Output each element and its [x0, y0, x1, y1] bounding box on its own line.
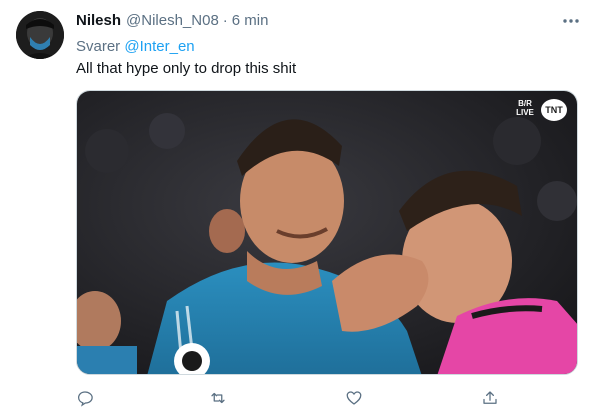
more-dots-icon: [563, 19, 579, 23]
like-icon: [346, 391, 362, 405]
tweet-media[interactable]: B/R LIVE TNT: [76, 90, 578, 375]
reply-prefix: Svarer: [76, 38, 121, 55]
tweet-actions: [76, 386, 516, 410]
share-icon: [483, 391, 497, 404]
avatar[interactable]: [16, 11, 64, 59]
retweet-icon: [211, 392, 225, 404]
reply-mention-link[interactable]: @Inter_en: [124, 38, 194, 55]
like-button[interactable]: [342, 386, 366, 410]
author-handle[interactable]: @Nilesh_N08: [126, 12, 219, 29]
tweet-card[interactable]: Nilesh @Nilesh_N08 · 6 min Svarer @Inter…: [0, 0, 592, 417]
more-options-button[interactable]: [558, 10, 584, 32]
share-button[interactable]: [478, 386, 502, 410]
reply-button[interactable]: [73, 386, 97, 410]
tweet-timestamp[interactable]: 6 min: [232, 12, 269, 29]
avatar-image: [16, 11, 64, 59]
tweet-header: Nilesh @Nilesh_N08 · 6 min: [76, 12, 268, 32]
overlay-logo-br: B/R LIVE: [516, 99, 534, 117]
separator-dot: ·: [222, 12, 228, 29]
overlay-logo-tnt: TNT: [541, 99, 567, 121]
reply-icon: [77, 391, 93, 407]
retweet-button[interactable]: [206, 386, 230, 410]
tweet-text: All that hype only to drop this shit: [76, 60, 297, 77]
media-image: [77, 91, 577, 374]
reply-context: Svarer @Inter_en: [76, 38, 195, 55]
author-name[interactable]: Nilesh: [76, 12, 121, 29]
